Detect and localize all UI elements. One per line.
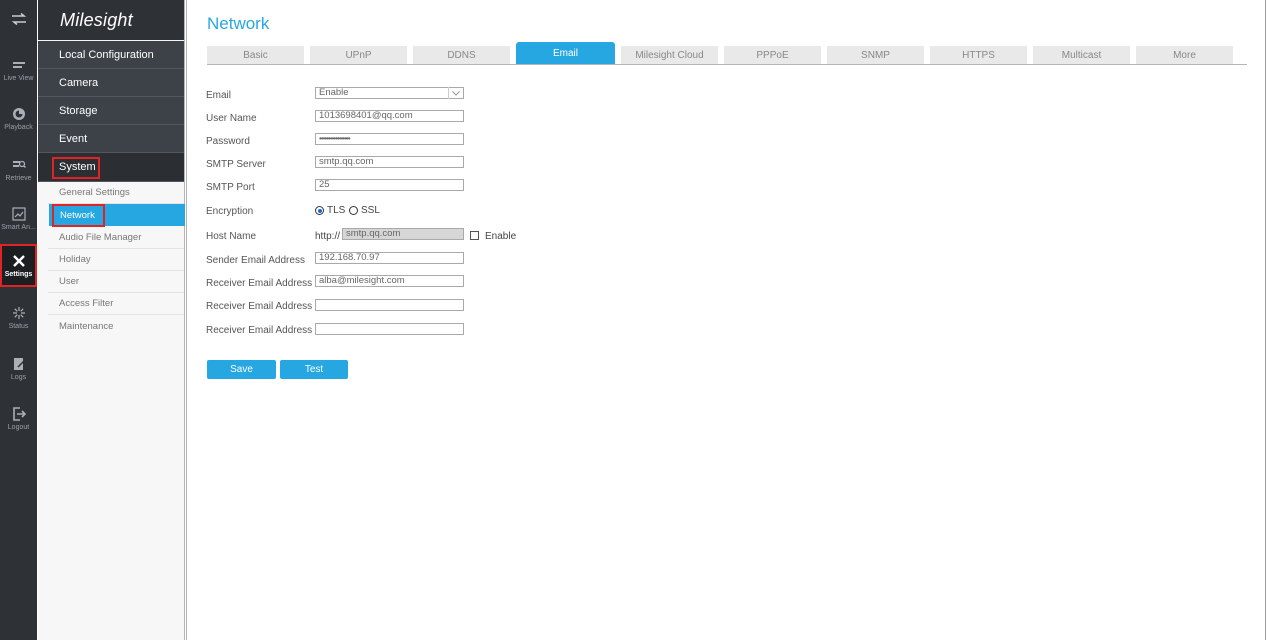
menu-label: Local Configuration [59, 48, 154, 61]
menu-item-audio-file-manager[interactable]: Audio File Manager [48, 227, 184, 249]
encryption-ssl-label: SSL [361, 205, 380, 216]
menu-item-label: Audio File Manager [59, 232, 142, 243]
settings-menu: Milesight Local Configuration Camera Sto… [38, 0, 185, 640]
save-button[interactable]: Save [207, 360, 276, 379]
encryption-tls-label: TLS [327, 205, 346, 216]
rail-item-label: Smart An... [1, 224, 36, 231]
menu-item-label: Maintenance [59, 320, 114, 332]
tab-multicast[interactable]: Multicast [1033, 46, 1130, 64]
logs-icon [13, 358, 25, 370]
hostname-label: Host Name [206, 231, 257, 242]
rail-item-label: Live View [3, 75, 34, 82]
tab-https[interactable]: HTTPS [930, 46, 1027, 64]
menu-event[interactable]: Event [38, 125, 184, 153]
rail-item-label: Playback [4, 124, 33, 131]
smtp-port-label: SMTP Port [206, 182, 255, 193]
sender-email-field[interactable]: 192.168.70.97 [315, 252, 464, 264]
encryption-ssl-radio[interactable] [349, 206, 358, 215]
email-select-value: Enable [319, 87, 349, 98]
receiver-email-1-field[interactable]: alba@milesight.com [315, 275, 464, 287]
menu-label: Camera [59, 76, 99, 89]
logo-text: Milesight [60, 9, 133, 30]
milesight-logo: Milesight [38, 0, 184, 40]
smtp-server-field[interactable]: smtp.qq.com [315, 156, 464, 168]
menu-label: Storage [59, 104, 98, 117]
tab-basic[interactable]: Basic [207, 46, 304, 64]
smart-analytics-icon [11, 207, 26, 221]
rail-item-smart-analytics[interactable]: Smart An... [0, 198, 37, 240]
rail-item-label: Retrieve [5, 175, 32, 182]
menu-item-general-settings[interactable]: General Settings [48, 182, 184, 204]
menu-item-maintenance[interactable]: Maintenance [48, 315, 184, 337]
receiver-email-3-label: Receiver Email Address 3 [206, 325, 321, 336]
hostname-prefix: http:// [315, 231, 341, 242]
rail-item-logs[interactable]: Logs [0, 348, 37, 390]
network-tabs: Basic UPnP DDNS Email Milesight Cloud PP… [207, 42, 1247, 65]
settings-icon [12, 254, 25, 267]
swap-arrows-icon [11, 13, 26, 25]
username-field[interactable]: 1013698401@qq.com [315, 110, 464, 122]
rail-item-label: Settings [4, 270, 33, 278]
test-button[interactable]: Test [280, 360, 348, 379]
menu-item-label: User [59, 276, 80, 287]
rail-item-playback[interactable]: Playback [0, 98, 37, 140]
tab-email[interactable]: Email [516, 42, 615, 64]
icon-rail: Live View Playback Retrieve Smart An... … [0, 0, 37, 640]
menu-item-label: Holiday [59, 254, 91, 265]
main-panel: Network Basic UPnP DDNS Email Milesight … [186, 0, 1266, 640]
hostname-enable-checkbox[interactable] [470, 231, 479, 240]
menu-toggle[interactable] [0, 0, 37, 38]
menu-item-access-filter[interactable]: Access Filter [48, 293, 184, 315]
logout-icon [12, 407, 26, 421]
password-label: Password [206, 136, 250, 147]
playback-icon [12, 108, 25, 120]
hostname-field[interactable]: smtp.qq.com [342, 228, 464, 240]
menu-storage[interactable]: Storage [38, 97, 184, 125]
chevron-down-icon [448, 87, 463, 99]
menu-item-label: Access Filter [59, 298, 114, 309]
highlight-box-system [52, 157, 100, 179]
menu-item-label: General Settings [59, 187, 130, 198]
email-enable-select[interactable]: Enable [315, 87, 464, 99]
receiver-email-2-field[interactable] [315, 299, 464, 311]
menu-item-holiday[interactable]: Holiday [48, 249, 184, 271]
rail-item-retrieve[interactable]: Retrieve [0, 149, 37, 191]
rail-item-live-view[interactable]: Live View [0, 49, 37, 91]
tab-pppoe[interactable]: PPPoE [724, 46, 821, 64]
tab-ddns[interactable]: DDNS [413, 46, 510, 64]
rail-item-settings[interactable]: Settings [0, 244, 37, 287]
status-icon [12, 307, 25, 319]
receiver-email-3-field[interactable] [315, 323, 464, 335]
username-label: User Name [206, 113, 257, 124]
rail-item-label: Status [8, 323, 29, 330]
tab-milesight-cloud[interactable]: Milesight Cloud [621, 46, 718, 64]
encryption-label: Encryption [206, 206, 254, 217]
receiver-email-1-label: Receiver Email Address 1 [206, 278, 321, 289]
email-label: Email [206, 90, 232, 101]
highlight-box-network [52, 204, 105, 227]
menu-item-user[interactable]: User [48, 271, 184, 293]
tab-upnp[interactable]: UPnP [310, 46, 407, 64]
rail-item-status[interactable]: Status [0, 297, 37, 339]
tab-more[interactable]: More [1136, 46, 1233, 64]
rail-item-label: Logs [10, 374, 27, 381]
password-field[interactable]: ••••••••••••••••• [315, 133, 464, 145]
menu-local-configuration[interactable]: Local Configuration [38, 41, 184, 69]
tab-snmp[interactable]: SNMP [827, 46, 924, 64]
rail-item-label: Logout [7, 424, 30, 431]
menu-camera[interactable]: Camera [38, 69, 184, 97]
hostname-enable-label: Enable [485, 231, 517, 242]
receiver-email-2-label: Receiver Email Address 2 [206, 301, 321, 312]
rail-item-logout[interactable]: Logout [0, 398, 37, 440]
encryption-tls-radio[interactable] [315, 206, 324, 215]
sender-email-label: Sender Email Address [206, 255, 305, 266]
smtp-server-label: SMTP Server [206, 159, 266, 170]
smtp-port-field[interactable]: 25 [315, 179, 464, 191]
live-view-icon [12, 62, 25, 68]
retrieve-icon [12, 160, 26, 168]
encryption-options: TLS SSL [315, 205, 435, 217]
page-title: Network [207, 14, 270, 33]
menu-label: Event [59, 132, 88, 145]
